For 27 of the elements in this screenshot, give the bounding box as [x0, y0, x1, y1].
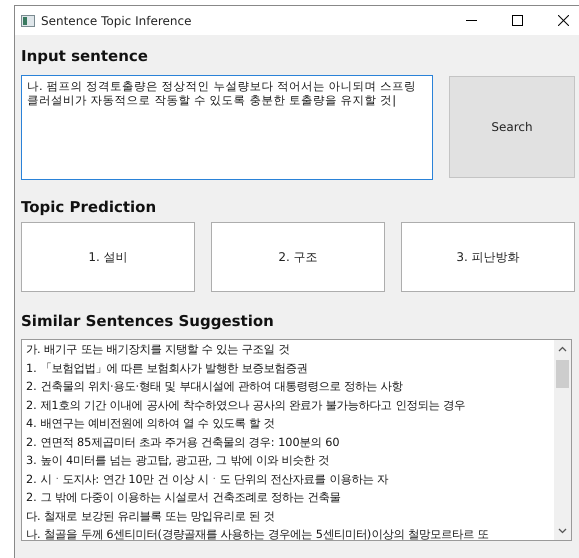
topic-result: 1. 설비 — [21, 222, 195, 292]
suggestion-item[interactable]: 1. 「보험업법」에 따른 보험회사가 발행한 보증보험증권 — [26, 360, 554, 378]
suggestion-item[interactable]: 3. 높이 4미터를 넘는 광고탑, 광고판, 그 밖에 이와 비슷한 것 — [26, 452, 554, 470]
scroll-up-icon[interactable] — [558, 346, 567, 352]
section-heading: Input sentence — [21, 47, 149, 67]
scroll-down-icon[interactable] — [558, 528, 567, 534]
suggestion-item[interactable]: 다. 철재로 보강된 유리블록 또는 망입유리로 된 것 — [26, 508, 554, 526]
search-button[interactable]: Search — [449, 76, 575, 178]
topic-result: 3. 피난방화 — [401, 222, 575, 292]
suggestion-item[interactable]: 2. 건축물의 위치·용도·형태 및 부대시설에 관하여 대통령령으로 정하는 사항 — [26, 378, 554, 396]
suggestion-item[interactable]: 나. 철골을 두께 6센티미터(경량골재를 사용하는 경우에는 5센티미터)이상의 철망모르타르 또 — [26, 526, 554, 540]
suggestion-item[interactable]: 가. 배기구 또는 배기장치를 지탱할 수 있는 구조일 것 — [26, 341, 554, 360]
maximize-icon[interactable] — [512, 15, 523, 26]
app-icon — [21, 14, 35, 26]
suggestion-item[interactable]: 4. 배연구는 예비전원에 의하여 열 수 있도록 할 것 — [26, 415, 554, 434]
suggestion-item[interactable]: 2. 그 밖에 다중이 이용하는 시설로서 건축조례로 정하는 건축물 — [26, 489, 554, 508]
topic-result: 2. 구조 — [211, 222, 385, 292]
suggestion-item[interactable]: 2. 시ㆍ도지사: 연간 10만 건 이상 시ㆍ도 단위의 전산자료를 이용하는 자 — [26, 470, 554, 489]
suggestion-item[interactable]: 2. 연면적 85제곱미터 초과 주거용 건축물의 경우: 100분의 60 — [26, 434, 554, 452]
close-icon[interactable] — [558, 15, 569, 26]
scrollbar[interactable] — [554, 340, 571, 540]
section-heading: Topic Prediction — [21, 198, 158, 218]
suggestion-item[interactable]: 2. 제1호의 기간 이내에 공사에 착수하였으나 공사의 완료가 불가능하다고 인정되는 경우 — [26, 396, 554, 415]
section-heading: Similar Sentences Suggestion — [21, 312, 275, 332]
scroll-thumb[interactable] — [556, 360, 569, 388]
sentence-input-field[interactable]: 나. 펌프의 정격토출량은 정상적인 누설량보다 적어서는 아니되며 스프링클러설비가 자동적으로 작동할 수 있도록 충분한 토출량을 유지할 것| — [21, 75, 433, 180]
window-title: Sentence Topic Inference — [41, 14, 192, 28]
